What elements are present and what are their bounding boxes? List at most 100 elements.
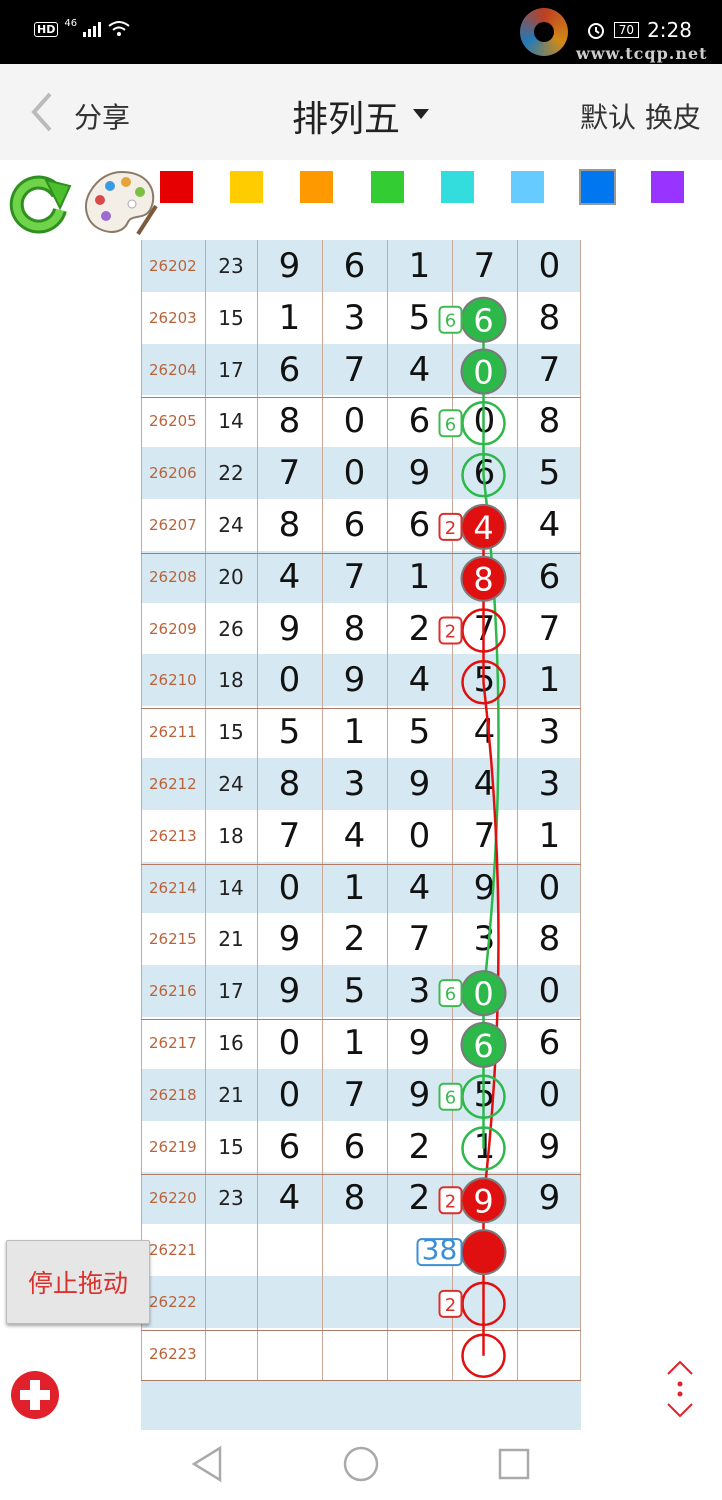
digit-cell[interactable]: 6	[322, 240, 387, 292]
digit-cell[interactable]: 5	[452, 654, 517, 706]
digit-cell[interactable]: 0	[517, 965, 582, 1017]
digit-cell[interactable]: 9	[517, 1172, 582, 1224]
digit-cell[interactable]	[387, 1224, 452, 1276]
dropdown-caret-icon[interactable]	[412, 108, 430, 120]
digit-cell[interactable]: 4	[452, 499, 517, 551]
digit-cell[interactable]: 9	[387, 447, 452, 499]
digit-cell[interactable]: 1	[517, 654, 582, 706]
digit-cell[interactable]: 4	[517, 499, 582, 551]
digit-cell[interactable]: 8	[517, 395, 582, 447]
digit-cell[interactable]: 7	[517, 344, 582, 396]
digit-cell[interactable]: 9	[517, 1121, 582, 1173]
digit-cell[interactable]: 0	[452, 395, 517, 447]
digit-cell[interactable]: 9	[387, 1017, 452, 1069]
results-table[interactable]: 26202 23 9 6 1 7 0 26203 15 1 3 5 6 8 26204 17 6 7 4 0 7 2620…	[141, 240, 581, 1430]
digit-cell[interactable]: 1	[517, 810, 582, 862]
digit-cell[interactable]: 0	[387, 810, 452, 862]
digit-cell[interactable]: 5	[257, 706, 322, 758]
digit-cell[interactable]: 6	[517, 1017, 582, 1069]
color-swatch[interactable]	[370, 171, 404, 203]
digit-cell[interactable]: 7	[452, 810, 517, 862]
digit-cell[interactable]: 9	[257, 965, 322, 1017]
digit-cell[interactable]: 9	[387, 758, 452, 810]
color-swatch[interactable]	[651, 171, 685, 203]
default-skin-button[interactable]: 默认 换皮	[580, 96, 701, 136]
digit-cell[interactable]: 0	[322, 447, 387, 499]
digit-cell[interactable]: 0	[257, 654, 322, 706]
digit-cell[interactable]: 8	[257, 395, 322, 447]
digit-cell[interactable]	[387, 1276, 452, 1328]
digit-cell[interactable]: 6	[387, 499, 452, 551]
digit-cell[interactable]: 0	[452, 965, 517, 1017]
digit-cell[interactable]: 5	[387, 292, 452, 344]
digit-cell[interactable]: 5	[517, 447, 582, 499]
digit-cell[interactable]: 1	[322, 862, 387, 914]
digit-cell[interactable]: 9	[257, 240, 322, 292]
digit-cell[interactable]: 1	[387, 240, 452, 292]
digit-cell[interactable]: 0	[452, 344, 517, 396]
digit-cell[interactable]: 9	[322, 654, 387, 706]
digit-cell[interactable]: 9	[257, 603, 322, 655]
digit-cell[interactable]: 1	[322, 706, 387, 758]
digit-cell[interactable]: 6	[452, 1017, 517, 1069]
color-swatch[interactable]	[160, 171, 193, 203]
digit-cell[interactable]: 6	[452, 292, 517, 344]
digit-cell[interactable]: 7	[387, 913, 452, 965]
stop-drag-button[interactable]: 停止拖动	[6, 1240, 150, 1324]
digit-cell[interactable]: 6	[257, 1121, 322, 1173]
digit-cell[interactable]	[452, 1224, 517, 1276]
digit-cell[interactable]: 7	[452, 603, 517, 655]
digit-cell[interactable]: 0	[517, 862, 582, 914]
digit-cell[interactable]: 0	[517, 240, 582, 292]
digit-cell[interactable]: 4	[322, 810, 387, 862]
digit-cell[interactable]: 9	[387, 1069, 452, 1121]
digit-cell[interactable]: 8	[452, 551, 517, 603]
digit-cell[interactable]: 8	[517, 913, 582, 965]
digit-cell[interactable]	[322, 1328, 387, 1380]
digit-cell[interactable]	[257, 1328, 322, 1380]
digit-cell[interactable]: 2	[322, 913, 387, 965]
digit-cell[interactable]	[452, 1328, 517, 1380]
back-arrow-icon[interactable]	[24, 90, 64, 134]
share-button[interactable]: 分享	[74, 96, 130, 136]
palette-icon[interactable]	[82, 170, 158, 236]
digit-cell[interactable]: 1	[257, 292, 322, 344]
digit-cell[interactable]: 3	[452, 913, 517, 965]
digit-cell[interactable]	[257, 1276, 322, 1328]
color-swatch[interactable]	[581, 171, 615, 203]
digit-cell[interactable]	[452, 1276, 517, 1328]
digit-cell[interactable]: 3	[387, 965, 452, 1017]
color-swatch[interactable]	[440, 171, 474, 203]
digit-cell[interactable]: 6	[517, 551, 582, 603]
digit-cell[interactable]: 1	[452, 1121, 517, 1173]
add-circle-icon[interactable]	[10, 1370, 60, 1420]
color-swatch[interactable]	[300, 171, 334, 203]
digit-cell[interactable]	[322, 1224, 387, 1276]
digit-cell[interactable]: 0	[322, 395, 387, 447]
digit-cell[interactable]: 3	[517, 706, 582, 758]
digit-cell[interactable]: 4	[452, 758, 517, 810]
digit-cell[interactable]: 6	[452, 447, 517, 499]
digit-cell[interactable]: 8	[517, 292, 582, 344]
digit-cell[interactable]: 8	[257, 758, 322, 810]
scroll-up-down-icon[interactable]	[664, 1360, 696, 1418]
nav-back-icon[interactable]	[190, 1444, 224, 1484]
digit-cell[interactable]: 0	[257, 862, 322, 914]
digit-cell[interactable]: 2	[387, 603, 452, 655]
digit-cell[interactable]: 7	[257, 810, 322, 862]
digit-cell[interactable]: 1	[387, 551, 452, 603]
digit-cell[interactable]: 8	[322, 1172, 387, 1224]
digit-cell[interactable]: 0	[517, 1069, 582, 1121]
digit-cell[interactable]: 6	[387, 395, 452, 447]
digit-cell[interactable]: 9	[452, 1172, 517, 1224]
digit-cell[interactable]: 7	[322, 344, 387, 396]
digit-cell[interactable]: 7	[517, 603, 582, 655]
lottery-type-selector[interactable]: 排列五	[292, 90, 400, 142]
digit-cell[interactable]: 3	[322, 292, 387, 344]
nav-recents-icon[interactable]	[496, 1444, 532, 1484]
digit-cell[interactable]	[322, 1276, 387, 1328]
digit-cell[interactable]: 0	[257, 1069, 322, 1121]
digit-cell[interactable]: 3	[517, 758, 582, 810]
digit-cell[interactable]: 7	[322, 1069, 387, 1121]
digit-cell[interactable]: 6	[322, 499, 387, 551]
